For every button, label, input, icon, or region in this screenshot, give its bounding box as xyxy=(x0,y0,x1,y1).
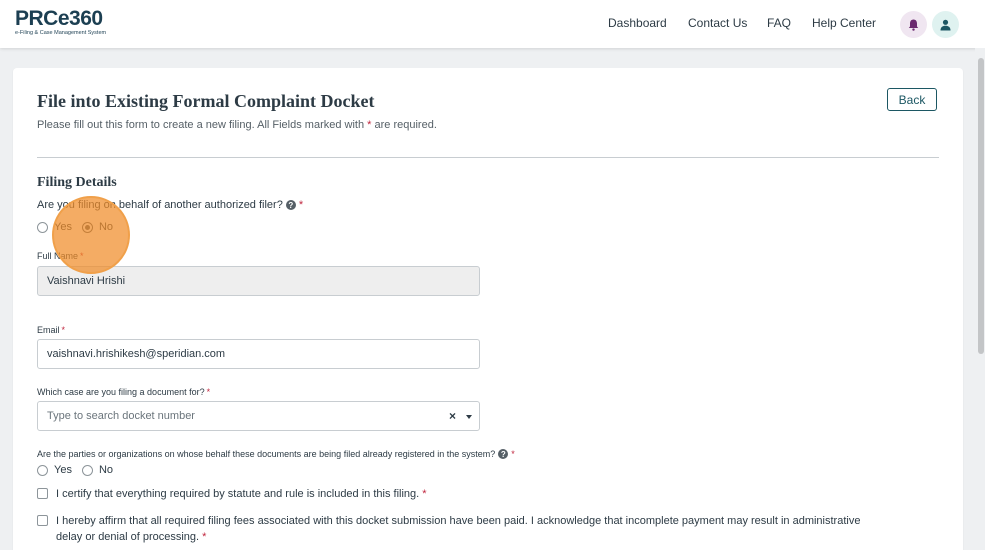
instructions-text: Please fill out this form to create a ne… xyxy=(37,119,365,131)
required-marker: * xyxy=(367,119,372,131)
prce360-logo[interactable]: PRCe360 e-Filing & Case Management Syste… xyxy=(15,8,125,40)
page-title: File into Existing Formal Complaint Dock… xyxy=(37,91,375,111)
affirm-checkbox-row[interactable]: I hereby affirm that all required filing… xyxy=(37,513,942,545)
back-button[interactable]: Back xyxy=(887,88,937,111)
radio-label-yes: Yes xyxy=(54,221,72,233)
user-icon xyxy=(940,19,951,30)
docket-search-placeholder: Type to search docket number xyxy=(47,410,195,422)
radio-button-yes[interactable] xyxy=(37,464,48,476)
radio-button-no[interactable] xyxy=(81,464,93,476)
radio-button-no[interactable] xyxy=(81,221,93,233)
certify-text: I certify that everything required by st… xyxy=(56,488,420,500)
form-instructions: Please fill out this form to create a ne… xyxy=(37,119,437,131)
logo-wordmark: PRCe360 xyxy=(15,7,103,30)
parties-question-text: Are the parties or organizations on whos… xyxy=(37,449,496,459)
email-label: Email * xyxy=(37,325,65,335)
radio-label-yes: Yes xyxy=(54,464,72,476)
behalf-option-no[interactable]: No xyxy=(81,221,114,233)
close-icon[interactable]: × xyxy=(449,409,456,423)
chevron-down-icon[interactable] xyxy=(466,415,472,419)
parties-option-yes[interactable]: Yes xyxy=(37,464,72,476)
email-label-text: Email xyxy=(37,325,60,335)
email-field[interactable]: vaishnavi.hrishikesh@speridian.com xyxy=(37,339,480,369)
bell-icon xyxy=(908,19,919,31)
question-circle-icon[interactable]: ? xyxy=(285,200,296,210)
required-marker: * xyxy=(202,531,207,543)
case-label: Which case are you filing a document for… xyxy=(37,387,210,397)
logo-tagline: e-Filing & Case Management System xyxy=(15,30,107,36)
required-marker: * xyxy=(61,325,66,335)
full-name-label: Full Name * xyxy=(37,251,84,261)
affirm-text-line2: delay or denial of processing. xyxy=(56,531,200,543)
nav-dashboard-link[interactable]: Dashboard xyxy=(608,16,667,30)
parties-question-label: Are the parties or organizations on whos… xyxy=(37,449,515,459)
case-label-text: Which case are you filing a document for… xyxy=(37,387,205,397)
radio-button-yes[interactable] xyxy=(37,221,48,233)
affirm-text-line1: I hereby affirm that all required filing… xyxy=(56,515,861,527)
behalf-radio-group: Yes No xyxy=(37,221,123,233)
required-marker: * xyxy=(422,488,427,500)
parties-option-no[interactable]: No xyxy=(81,464,114,476)
user-profile-button[interactable] xyxy=(932,11,959,38)
docket-search-select[interactable]: Type to search docket number × xyxy=(37,401,480,431)
full-name-field[interactable]: Vaishnavi Hrishi xyxy=(37,266,480,296)
behalf-question-label: Are you filing on behalf of another auth… xyxy=(37,199,303,211)
certify-checkbox-row[interactable]: I certify that everything required by st… xyxy=(37,486,427,502)
affirm-checkbox[interactable] xyxy=(37,515,48,526)
notifications-button[interactable] xyxy=(900,11,927,38)
filing-form-card xyxy=(13,68,963,550)
top-navigation-bar: PRCe360 e-Filing & Case Management Syste… xyxy=(0,0,985,48)
scrollbar-thumb[interactable] xyxy=(978,58,984,354)
nav-contact-us-link[interactable]: Contact Us xyxy=(688,16,747,30)
behalf-option-yes[interactable]: Yes xyxy=(37,221,72,233)
instructions-text-end: are required. xyxy=(374,119,437,131)
header-divider xyxy=(37,157,939,158)
parties-radio-group: Yes No xyxy=(37,464,123,476)
nav-faq-link[interactable]: FAQ xyxy=(767,16,791,30)
full-name-label-text: Full Name xyxy=(37,251,79,261)
behalf-question-text: Are you filing on behalf of another auth… xyxy=(37,199,283,211)
radio-label-no: No xyxy=(98,464,114,476)
certify-text-wrap: I certify that everything required by st… xyxy=(56,486,427,502)
radio-label-no: No xyxy=(98,221,114,233)
required-marker: * xyxy=(298,199,304,211)
affirm-text-wrap: I hereby affirm that all required filing… xyxy=(56,513,860,545)
required-marker: * xyxy=(80,251,84,261)
nav-help-center-link[interactable]: Help Center xyxy=(812,16,876,30)
required-marker: * xyxy=(511,449,515,459)
certify-checkbox[interactable] xyxy=(37,488,48,499)
required-marker: * xyxy=(206,387,211,397)
question-circle-icon[interactable]: ? xyxy=(498,449,509,459)
section-title-filing-details: Filing Details xyxy=(37,175,117,190)
